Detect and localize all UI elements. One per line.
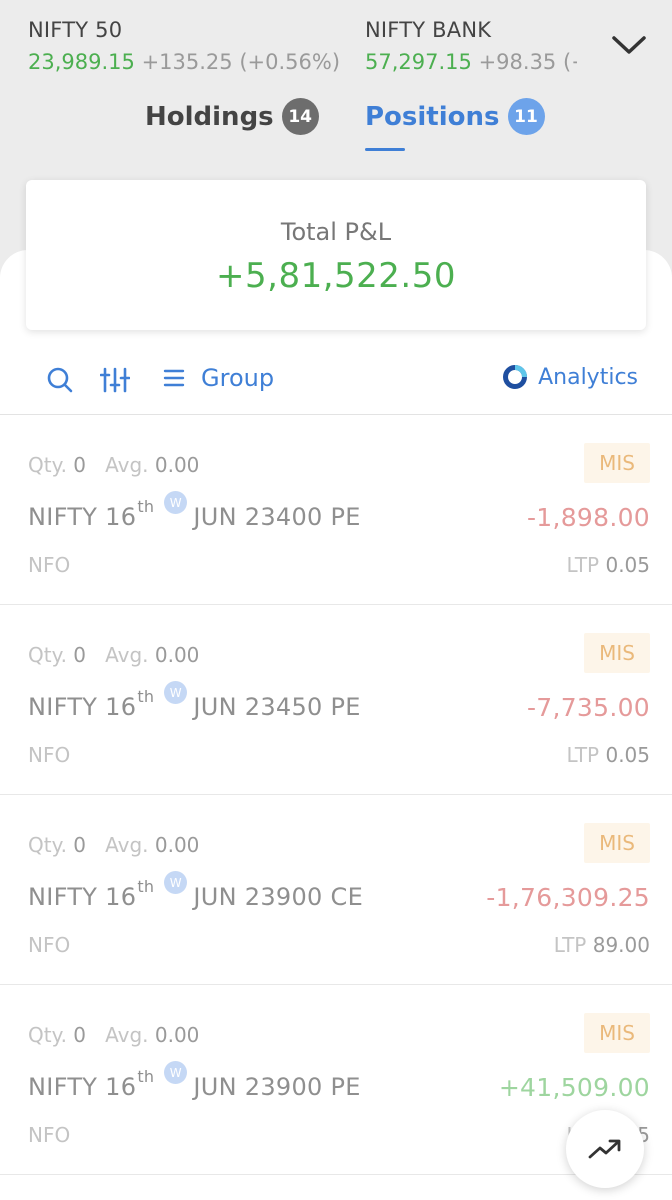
count-badge: 11	[507, 98, 545, 135]
avg-label: Avg.	[105, 1023, 149, 1047]
avg-value: 0.00	[154, 643, 200, 667]
instrument-symbol: NIFTY 16th W JUN 23900 CE	[28, 871, 364, 911]
avg-value: 0.00	[154, 833, 200, 857]
qty-value: 0	[73, 833, 87, 857]
index-change: +135.25 (+0.56%)	[141, 50, 341, 74]
underlying: NIFTY 16	[28, 883, 137, 911]
ltp-line: LTP 89.00	[554, 933, 650, 957]
underlying: NIFTY 16	[28, 503, 137, 531]
ltp-label: LTP	[553, 933, 587, 957]
tab-label: Holdings	[145, 101, 274, 132]
trending-up-icon	[588, 1139, 621, 1159]
contract: JUN 23900 PE	[193, 1073, 361, 1101]
weekly-expiry-badge: W	[164, 491, 188, 514]
chevron-down-icon[interactable]	[610, 30, 648, 60]
position-pnl: -7,735.00	[526, 693, 650, 722]
position-pnl: -1,76,309.25	[486, 883, 650, 912]
filter-sliders-icon[interactable]	[100, 366, 130, 394]
qty-value: 0	[73, 1023, 87, 1047]
tab-positions[interactable]: Positions 11	[365, 98, 545, 135]
index-name: NIFTY BANK	[365, 18, 492, 42]
index-value: 23,989.15	[28, 50, 135, 74]
position-row[interactable]: Qty. 0 Avg. 0.00 MIS NIFTY 16th W JUN 2340…	[0, 415, 672, 605]
qty-label: Qty.	[28, 1023, 67, 1047]
qty-avg-line: Qty. 0 Avg. 0.00	[28, 453, 199, 477]
index-value: 57,297.15	[365, 50, 472, 74]
active-tab-indicator	[365, 148, 405, 151]
portfolio-tabs: Holdings 14 Positions 11	[0, 98, 672, 158]
underlying: NIFTY 16	[28, 1073, 137, 1101]
index-name: NIFTY 50	[28, 18, 123, 42]
instrument-symbol: NIFTY 16th W JUN 23900 PE	[28, 1061, 361, 1101]
instrument-symbol: NIFTY 16th W JUN 23400 PE	[28, 491, 361, 531]
ltp-label: LTP	[566, 553, 600, 577]
position-row[interactable]: Qty. 0 Avg. 0.00 MIS NIFTY 16th W JUN 2390…	[0, 795, 672, 985]
underlying: NIFTY 16	[28, 693, 137, 721]
exchange: NFO	[28, 1123, 71, 1147]
group-button[interactable]: Group	[163, 364, 274, 392]
list-icon	[163, 369, 185, 387]
total-pnl-card: Total P&L +5,81,522.50	[26, 180, 646, 330]
group-label: Group	[201, 364, 275, 392]
search-icon[interactable]	[46, 366, 74, 394]
analytics-ring-icon	[503, 365, 528, 389]
index-nifty-bank[interactable]: NIFTY BANK 57,297.15 +98.35 (+0.17%)	[365, 18, 577, 74]
ltp-value: 89.00	[592, 933, 650, 957]
trend-fab-button[interactable]	[566, 1110, 644, 1188]
product-tag: MIS	[584, 823, 650, 863]
product-tag: MIS	[584, 1013, 650, 1053]
index-nifty-50[interactable]: NIFTY 50 23,989.15 +135.25 (+0.56%)	[28, 18, 358, 74]
contract: JUN 23900 CE	[193, 883, 364, 911]
position-pnl: -1,898.00	[526, 503, 650, 532]
total-pnl-value: +5,81,522.50	[216, 256, 456, 296]
tab-label: Positions	[365, 101, 500, 132]
qty-avg-line: Qty. 0 Avg. 0.00	[28, 833, 199, 857]
weekly-expiry-badge: W	[164, 1061, 188, 1084]
count-badge: 14	[281, 98, 319, 135]
ltp-value: 0.05	[605, 553, 650, 577]
exchange: NFO	[28, 743, 71, 767]
ordinal: th	[137, 497, 155, 516]
product-tag: MIS	[584, 443, 650, 483]
contract: JUN 23450 PE	[193, 693, 361, 721]
positions-list: Qty. 0 Avg. 0.00 MIS NIFTY 16th W JUN 2340…	[0, 415, 672, 1175]
ltp-line: LTP 0.05	[566, 553, 650, 577]
position-pnl: +41,509.00	[498, 1073, 650, 1102]
avg-label: Avg.	[105, 833, 149, 857]
exchange: NFO	[28, 933, 71, 957]
avg-label: Avg.	[105, 643, 149, 667]
avg-value: 0.00	[154, 1023, 200, 1047]
total-pnl-label: Total P&L	[280, 218, 392, 246]
ltp-label: LTP	[566, 743, 600, 767]
index-change: +98.35 (+0.17%)	[478, 50, 577, 74]
ordinal: th	[137, 687, 155, 706]
qty-value: 0	[73, 453, 87, 477]
analytics-label: Analytics	[538, 364, 638, 390]
qty-value: 0	[73, 643, 87, 667]
qty-label: Qty.	[28, 833, 67, 857]
qty-avg-line: Qty. 0 Avg. 0.00	[28, 1023, 199, 1047]
qty-avg-line: Qty. 0 Avg. 0.00	[28, 643, 199, 667]
ordinal: th	[137, 877, 155, 896]
avg-label: Avg.	[105, 453, 149, 477]
tab-holdings[interactable]: Holdings 14	[145, 98, 319, 135]
product-tag: MIS	[584, 633, 650, 673]
weekly-expiry-badge: W	[164, 681, 188, 704]
avg-value: 0.00	[154, 453, 200, 477]
instrument-symbol: NIFTY 16th W JUN 23450 PE	[28, 681, 361, 721]
exchange: NFO	[28, 553, 71, 577]
contract: JUN 23400 PE	[193, 503, 361, 531]
analytics-button[interactable]: Analytics	[502, 364, 638, 390]
qty-label: Qty.	[28, 453, 67, 477]
ordinal: th	[137, 1067, 155, 1086]
positions-toolbar: Group Analytics	[0, 352, 672, 412]
qty-label: Qty.	[28, 643, 67, 667]
position-row[interactable]: Qty. 0 Avg. 0.00 MIS NIFTY 16th W JUN 2345…	[0, 605, 672, 795]
market-ticker: NIFTY 50 23,989.15 +135.25 (+0.56%) NIFT…	[0, 0, 672, 90]
ltp-value: 0.05	[605, 743, 650, 767]
weekly-expiry-badge: W	[164, 871, 188, 894]
ltp-line: LTP 0.05	[566, 743, 650, 767]
